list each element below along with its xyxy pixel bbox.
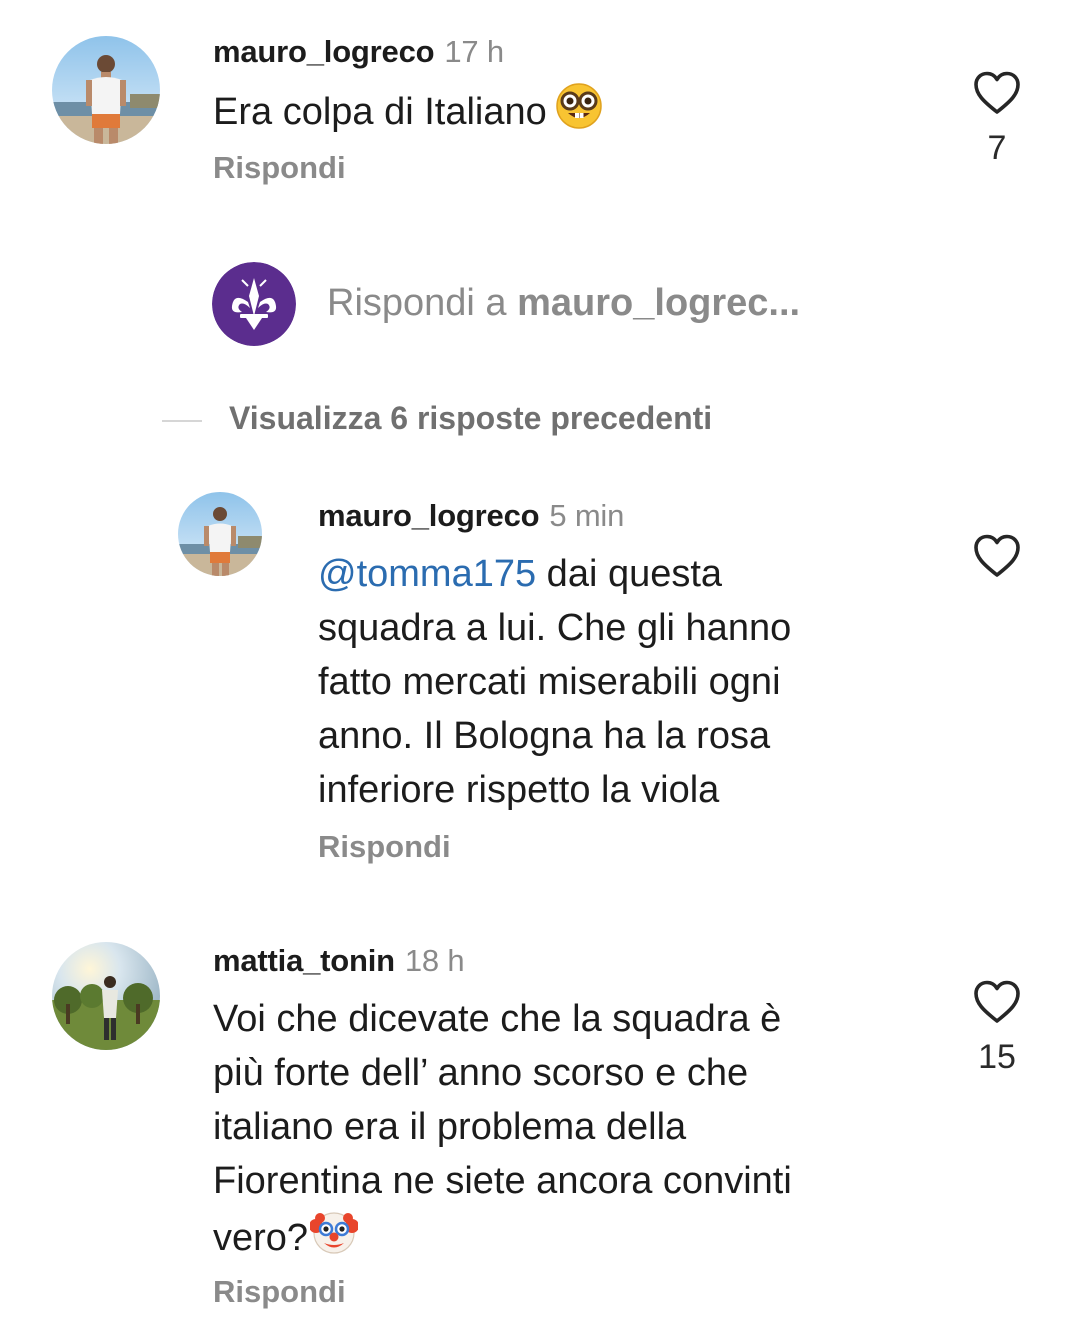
comment-text: Era colpa di Italiano [213, 82, 603, 145]
like-count: 15 [978, 1038, 1016, 1076]
reply-button[interactable]: Rispondi [318, 829, 451, 865]
clown-face-icon [309, 1208, 360, 1271]
avatar [212, 262, 296, 346]
heart-icon[interactable] [973, 979, 1021, 1025]
divider [162, 420, 202, 422]
view-previous-replies-button[interactable]: Visualizza 6 risposte precedenti [229, 400, 712, 437]
reply-button[interactable]: Rispondi [213, 150, 346, 186]
comment-time: 5 min [549, 498, 625, 533]
comment-text: Voi che dicevate che la squadra è più fo… [213, 992, 792, 1271]
comment-username[interactable]: mattia_tonin 18 h [213, 943, 465, 979]
like-count: 7 [987, 129, 1007, 167]
reply-input[interactable]: Rispondi a mauro_logrec... [327, 282, 800, 325]
avatar[interactable] [52, 942, 160, 1050]
comment-username[interactable]: mauro_logreco 5 min [318, 498, 624, 534]
reply-button[interactable]: Rispondi [213, 1274, 346, 1310]
nerd-face-icon [555, 82, 603, 145]
comments-page: mauro_logreco 17 h Era colpa di Italiano … [0, 0, 1080, 1337]
avatar[interactable] [178, 492, 262, 576]
comment-time: 18 h [404, 943, 465, 978]
comment-time: 17 h [444, 34, 504, 69]
heart-icon[interactable] [973, 70, 1021, 116]
comment-username[interactable]: mauro_logreco 17 h [213, 34, 504, 70]
user-mention[interactable]: @tomma175 [318, 553, 536, 595]
heart-icon[interactable] [973, 533, 1021, 579]
comment-text: @tomma175 dai questa squadra a lui. Che … [318, 553, 792, 811]
avatar[interactable] [52, 36, 160, 144]
